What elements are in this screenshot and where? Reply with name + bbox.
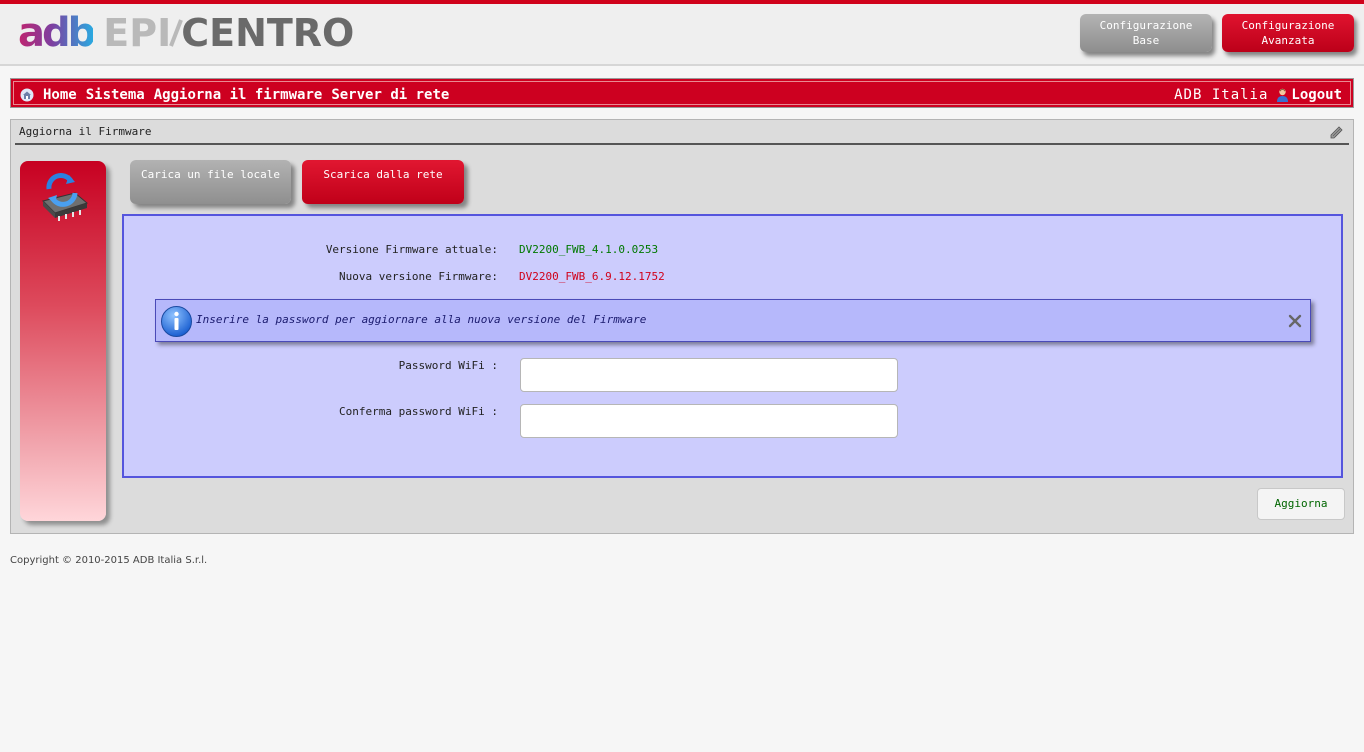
current-firmware-label: Versione Firmware attuale: — [325, 243, 498, 256]
logo-epi: EPI — [103, 11, 172, 55]
confirm-password-label: Conferma password WiFi : — [339, 405, 498, 418]
epicentro-logo: adb EPI CENTRO — [18, 10, 355, 56]
confirm-password-input[interactable] — [520, 404, 898, 438]
info-message-text: Inserire la password per aggiornare alla… — [196, 313, 647, 326]
sidebar — [20, 161, 106, 521]
header: adb EPI CENTRO Configurazione Base Confi… — [0, 4, 1364, 66]
breadcrumb-bar: Home Sistema Aggiorna il firmware Server… — [10, 78, 1354, 108]
new-firmware-value: DV2200_FWB_6.9.12.1752 — [519, 270, 665, 283]
firmware-panel: Aggiorna il Firmware Carica un file loca… — [10, 119, 1354, 534]
password-input[interactable] — [520, 358, 898, 392]
breadcrumb-aggiorna-firmware[interactable]: Aggiorna il firmware — [154, 87, 323, 103]
user-area: ADB Italia Logout — [1174, 87, 1342, 103]
breadcrumb-inner: Home Sistema Aggiorna il firmware Server… — [13, 81, 1351, 105]
current-firmware-value: DV2200_FWB_4.1.0.0253 — [519, 243, 659, 256]
config-base-line1: Configurazione — [1099, 19, 1193, 32]
config-base-line2: Base — [1132, 34, 1160, 47]
edit-icon[interactable] — [1329, 124, 1345, 140]
copyright: Copyright © 2010-2015 ADB Italia S.r.l. — [10, 555, 208, 566]
logout-link[interactable]: Logout — [1276, 87, 1342, 103]
logo-centro: CENTRO — [181, 11, 355, 55]
close-icon[interactable] — [1288, 314, 1302, 328]
firmware-update-icon — [42, 173, 89, 221]
breadcrumb-server-di-rete[interactable]: Server di rete — [331, 87, 449, 103]
panel-title: Aggiorna il Firmware — [19, 125, 152, 138]
home-icon[interactable] — [20, 88, 34, 102]
tab-network-download[interactable]: Scarica dalla rete — [302, 160, 464, 204]
breadcrumb-home[interactable]: Home — [43, 87, 77, 103]
config-base-button[interactable]: Configurazione Base — [1080, 14, 1212, 52]
config-advanced-line1: Configurazione — [1241, 19, 1335, 32]
tab-local-file[interactable]: Carica un file locale — [130, 160, 291, 204]
update-button[interactable]: Aggiorna — [1257, 488, 1345, 520]
logout-label: Logout — [1291, 87, 1342, 103]
panel-divider — [15, 143, 1349, 145]
user-icon — [1277, 88, 1289, 102]
info-icon — [161, 306, 192, 337]
company-name: ADB Italia — [1174, 87, 1269, 103]
config-advanced-line2: Avanzata — [1261, 34, 1315, 47]
breadcrumb: Home Sistema Aggiorna il firmware Server… — [20, 87, 458, 103]
info-message-box: Inserire la password per aggiornare alla… — [155, 299, 1311, 342]
breadcrumb-sistema[interactable]: Sistema — [86, 87, 145, 103]
new-firmware-label: Nuova versione Firmware: — [339, 270, 498, 283]
logo-adb: adb — [18, 10, 96, 56]
config-advanced-button[interactable]: Configurazione Avanzata — [1222, 14, 1354, 52]
password-label: Password WiFi : — [398, 359, 498, 372]
firmware-form: Versione Firmware attuale: DV2200_FWB_4.… — [122, 214, 1343, 478]
